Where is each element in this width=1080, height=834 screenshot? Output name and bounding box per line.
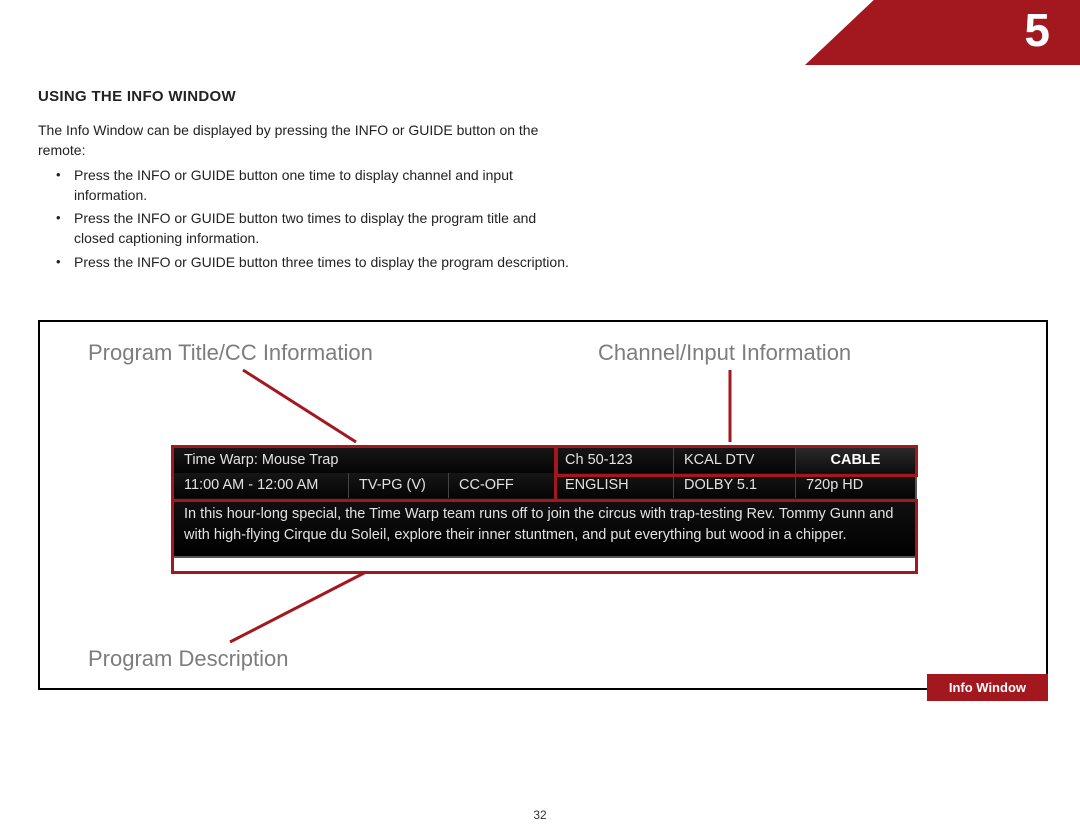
program-description: In this hour-long special, the Time Warp…: [174, 498, 915, 556]
list-item: Press the INFO or GUIDE button one time …: [60, 166, 578, 205]
content-column: USING THE INFO WINDOW The Info Window ca…: [38, 88, 578, 276]
info-window-screenshot: Time Warp: Mouse Trap Ch 50-123 KCAL DTV…: [172, 446, 917, 558]
label-title-cc: Program Title/CC Information: [88, 340, 373, 366]
section-heading: USING THE INFO WINDOW: [38, 88, 578, 105]
audio-format: DOLBY 5.1: [674, 473, 796, 498]
list-item: Press the INFO or GUIDE button three tim…: [60, 253, 578, 273]
info-row-2: 11:00 AM - 12:00 AM TV-PG (V) CC-OFF ENG…: [174, 473, 915, 498]
program-title: Time Warp: Mouse Trap: [174, 448, 555, 473]
label-channel: Channel/Input Information: [598, 340, 851, 366]
diagram-caption-badge: Info Window: [927, 674, 1048, 701]
intro-text: The Info Window can be displayed by pres…: [38, 121, 578, 160]
label-description: Program Description: [88, 646, 289, 672]
station-name: KCAL DTV: [674, 448, 796, 473]
diagram-frame: Program Title/CC Information Channel/Inp…: [38, 320, 1048, 690]
list-item: Press the INFO or GUIDE button two times…: [60, 209, 578, 248]
video-resolution: 720p HD: [796, 473, 915, 498]
page-number: 32: [0, 808, 1080, 822]
program-time: 11:00 AM - 12:00 AM: [174, 473, 349, 498]
program-rating: TV-PG (V): [349, 473, 449, 498]
instruction-list: Press the INFO or GUIDE button one time …: [38, 166, 578, 272]
channel-number: Ch 50-123: [555, 448, 674, 473]
info-row-1: Time Warp: Mouse Trap Ch 50-123 KCAL DTV…: [174, 448, 915, 473]
audio-language: ENGLISH: [555, 473, 674, 498]
input-name: CABLE: [796, 448, 915, 473]
cc-status: CC-OFF: [449, 473, 555, 498]
chapter-tab: 5: [805, 0, 1080, 65]
